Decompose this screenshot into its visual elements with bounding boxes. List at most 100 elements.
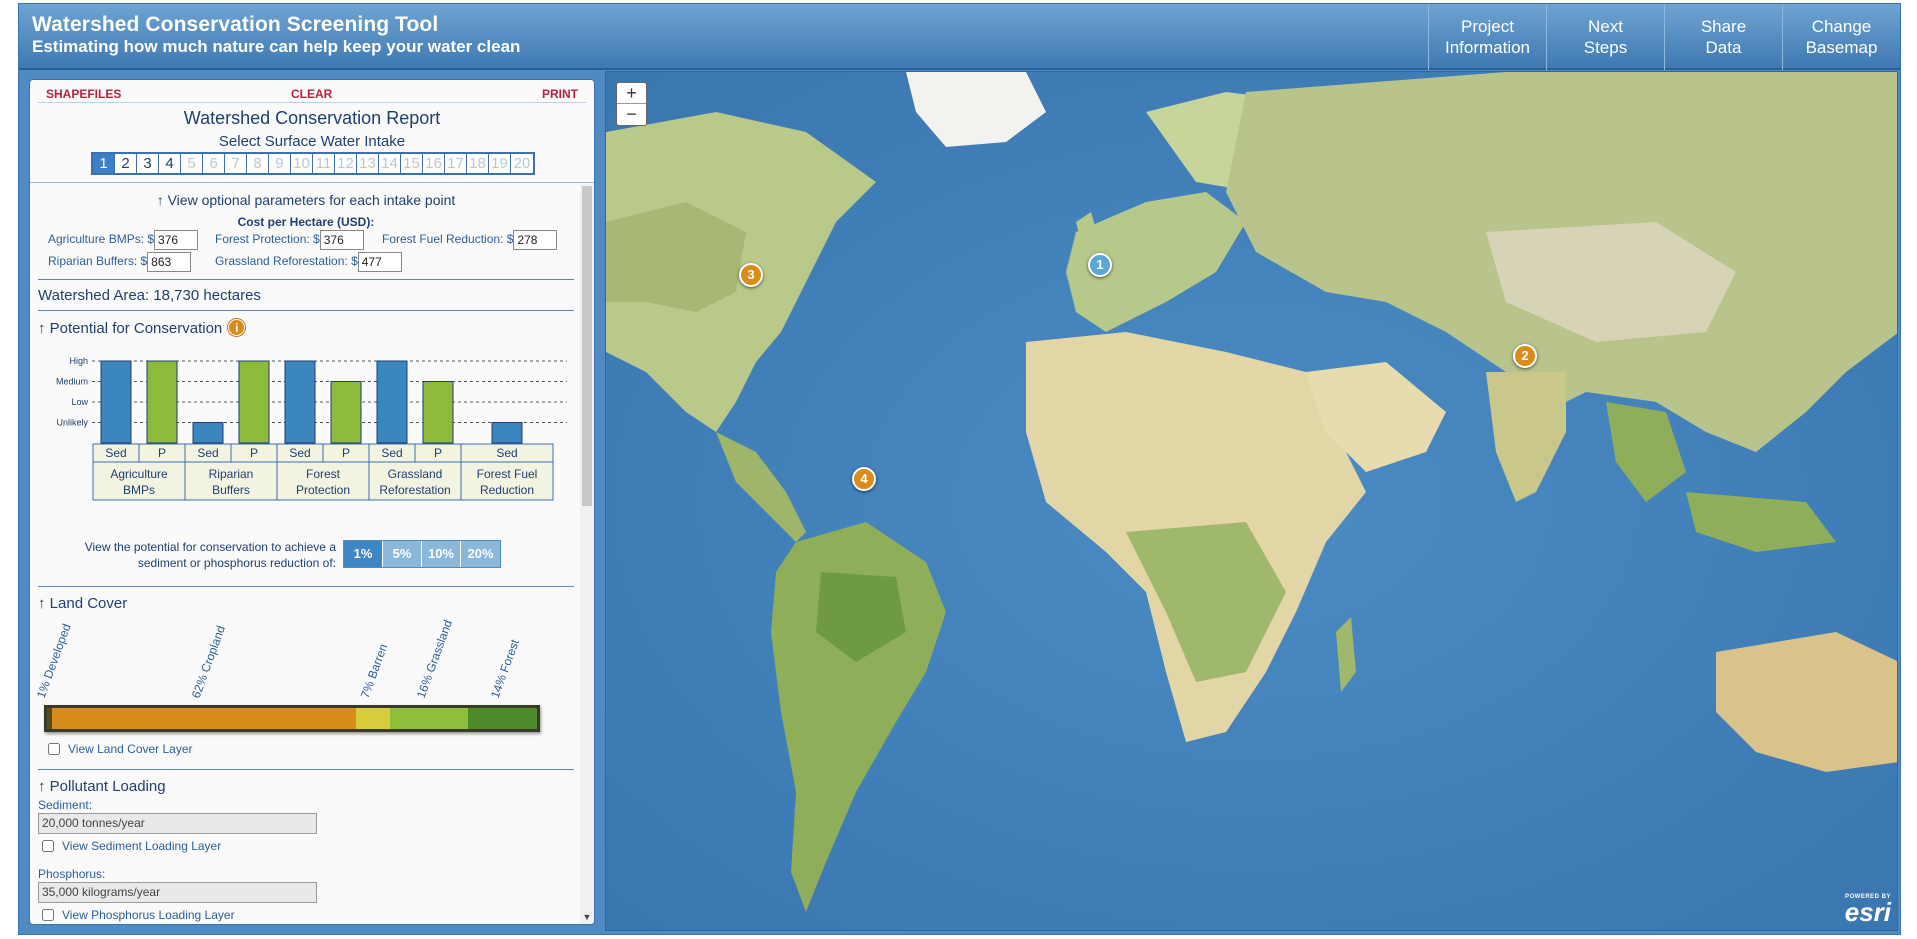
group-label: Protection bbox=[296, 483, 350, 497]
intake-marker-4[interactable]: 4 bbox=[852, 467, 876, 491]
land-cover-segment bbox=[468, 708, 537, 729]
land-cover-heading[interactable]: ↑ Land Cover bbox=[38, 595, 127, 612]
intake-button-20[interactable]: 20 bbox=[511, 154, 533, 173]
intake-button-4[interactable]: 4 bbox=[159, 154, 181, 173]
group-label: Reduction bbox=[480, 483, 534, 497]
intake-marker-2[interactable]: 2 bbox=[1513, 344, 1537, 368]
shapefiles-button[interactable]: SHAPEFILES bbox=[46, 87, 121, 101]
group-label: Buffers bbox=[212, 483, 250, 497]
group-label: Reforestation bbox=[379, 483, 450, 497]
share-data-button[interactable]: Share Data bbox=[1664, 4, 1782, 70]
intake-button-12[interactable]: 12 bbox=[335, 154, 357, 173]
riparian-cost-input[interactable] bbox=[147, 252, 192, 272]
level-label: Low bbox=[71, 397, 88, 407]
intake-button-11[interactable]: 11 bbox=[313, 154, 335, 173]
group-label: Forest bbox=[306, 467, 341, 481]
intake-button-10[interactable]: 10 bbox=[291, 154, 313, 173]
intake-marker-3[interactable]: 3 bbox=[739, 263, 763, 287]
scrollbar-thumb[interactable] bbox=[582, 186, 592, 506]
forest-protection-cost-field: Forest Protection: $ bbox=[215, 230, 364, 250]
map-view[interactable]: + − 1 2 3 4 POWERED BY esri bbox=[605, 71, 1898, 931]
intake-button-7[interactable]: 7 bbox=[225, 154, 247, 173]
level-label: Unlikely bbox=[56, 418, 88, 428]
reduction-1pct-button[interactable]: 1% bbox=[344, 541, 383, 567]
divider bbox=[38, 769, 574, 770]
forest-protection-cost-input[interactable] bbox=[319, 230, 364, 250]
cost-per-hectare-title: Cost per Hectare (USD): bbox=[237, 215, 375, 229]
sediment-layer-checkbox[interactable] bbox=[42, 840, 54, 852]
intake-button-5[interactable]: 5 bbox=[181, 154, 203, 173]
reduction-description: View the potential for conservation to a… bbox=[84, 540, 336, 570]
intake-button-6[interactable]: 6 bbox=[203, 154, 225, 173]
report-title: Watershed Conservation Report bbox=[183, 108, 441, 128]
divider bbox=[38, 310, 574, 311]
grassland-cost-input[interactable] bbox=[357, 252, 402, 272]
bar-label: Sed bbox=[197, 446, 218, 460]
esri-logo: esri bbox=[1844, 897, 1891, 927]
report-scroll-area[interactable]: ↑ View optional parameters for each inta… bbox=[30, 184, 594, 924]
group-label: Riparian bbox=[209, 467, 254, 481]
intake-button-1[interactable]: 1 bbox=[93, 154, 115, 173]
report-panel: SHAPEFILES CLEAR PRINT Watershed Conserv… bbox=[29, 79, 595, 925]
land-cover-label: 62% Cropland bbox=[188, 623, 228, 700]
intake-button-9[interactable]: 9 bbox=[269, 154, 291, 173]
next-steps-button[interactable]: Next Steps bbox=[1546, 4, 1664, 70]
optional-parameters-link[interactable]: ↑ View optional parameters for each inta… bbox=[30, 192, 582, 208]
forest-protection-cost-label: Forest Protection: $ bbox=[215, 232, 320, 247]
potential-conservation-heading[interactable]: ↑ Potential for Conservation i bbox=[38, 319, 246, 337]
land-cover-segment bbox=[51, 708, 356, 729]
intake-button-14[interactable]: 14 bbox=[379, 154, 401, 173]
agriculture-cost-input[interactable] bbox=[154, 230, 199, 250]
pollutant-loading-heading[interactable]: ↑ Pollutant Loading bbox=[38, 778, 166, 795]
intake-button-16[interactable]: 16 bbox=[423, 154, 445, 173]
land-cover-layer-label: View Land Cover Layer bbox=[68, 742, 193, 756]
zoom-out-button[interactable]: − bbox=[617, 104, 646, 125]
clear-button[interactable]: CLEAR bbox=[291, 87, 332, 101]
level-label: Medium bbox=[56, 377, 88, 387]
project-information-button[interactable]: Project Information bbox=[1428, 4, 1546, 70]
scroll-down-arrow-icon[interactable]: ▼ bbox=[580, 910, 594, 924]
forest-fuel-cost-input[interactable] bbox=[513, 230, 558, 250]
intake-selector: 1 2 3 4 5 6 7 8 9 10 11 12 13 14 15 16 17 18 19 20 bbox=[91, 152, 535, 175]
reduction-5pct-button[interactable]: 5% bbox=[383, 541, 422, 567]
watershed-area: Watershed Area: 18,730 hectares bbox=[38, 287, 261, 304]
intake-button-3[interactable]: 3 bbox=[137, 154, 159, 173]
intake-button-19[interactable]: 19 bbox=[489, 154, 511, 173]
phosphorus-layer-checkbox[interactable] bbox=[42, 909, 54, 921]
sediment-layer-label: View Sediment Loading Layer bbox=[62, 839, 222, 853]
bar bbox=[100, 360, 132, 444]
app-title: Watershed Conservation Screening Tool bbox=[32, 13, 439, 36]
intake-button-13[interactable]: 13 bbox=[357, 154, 379, 173]
reduction-20pct-button[interactable]: 20% bbox=[461, 541, 500, 567]
bar-label: Sed bbox=[105, 446, 126, 460]
info-icon[interactable]: i bbox=[228, 319, 246, 336]
bar-label: P bbox=[250, 446, 258, 460]
panel-scrollbar[interactable]: ▼ bbox=[580, 184, 594, 924]
print-button[interactable]: PRINT bbox=[542, 87, 578, 101]
riparian-cost-label: Riparian Buffers: $ bbox=[48, 254, 148, 269]
level-label: High bbox=[69, 356, 88, 366]
change-basemap-button[interactable]: Change Basemap bbox=[1782, 4, 1900, 70]
reduction-10pct-button[interactable]: 10% bbox=[422, 541, 461, 567]
intake-button-2[interactable]: 2 bbox=[115, 154, 137, 173]
land-cover-layer-toggle[interactable]: View Land Cover Layer bbox=[48, 742, 193, 756]
bar-label: Sed bbox=[289, 446, 310, 460]
agriculture-cost-label: Agriculture BMPs: $ bbox=[48, 232, 155, 247]
phosphorus-layer-toggle[interactable]: View Phosphorus Loading Layer bbox=[42, 908, 235, 922]
intake-button-17[interactable]: 17 bbox=[445, 154, 467, 173]
intake-button-15[interactable]: 15 bbox=[401, 154, 423, 173]
esri-attribution[interactable]: POWERED BY esri bbox=[1844, 894, 1891, 927]
zoom-in-button[interactable]: + bbox=[617, 83, 646, 104]
land-cover-segment bbox=[389, 708, 469, 729]
bar bbox=[376, 360, 408, 444]
land-cover-label: 14% Forest bbox=[487, 637, 522, 700]
intake-button-8[interactable]: 8 bbox=[247, 154, 269, 173]
forest-fuel-cost-field: Forest Fuel Reduction: $ bbox=[382, 230, 558, 250]
bar-label: Sed bbox=[496, 446, 517, 460]
intake-marker-1[interactable]: 1 bbox=[1088, 253, 1112, 277]
bar bbox=[146, 360, 178, 444]
sediment-layer-toggle[interactable]: View Sediment Loading Layer bbox=[42, 839, 221, 853]
land-cover-layer-checkbox[interactable] bbox=[48, 743, 60, 755]
grassland-cost-label: Grassland Reforestation: $ bbox=[215, 254, 358, 269]
intake-button-18[interactable]: 18 bbox=[467, 154, 489, 173]
